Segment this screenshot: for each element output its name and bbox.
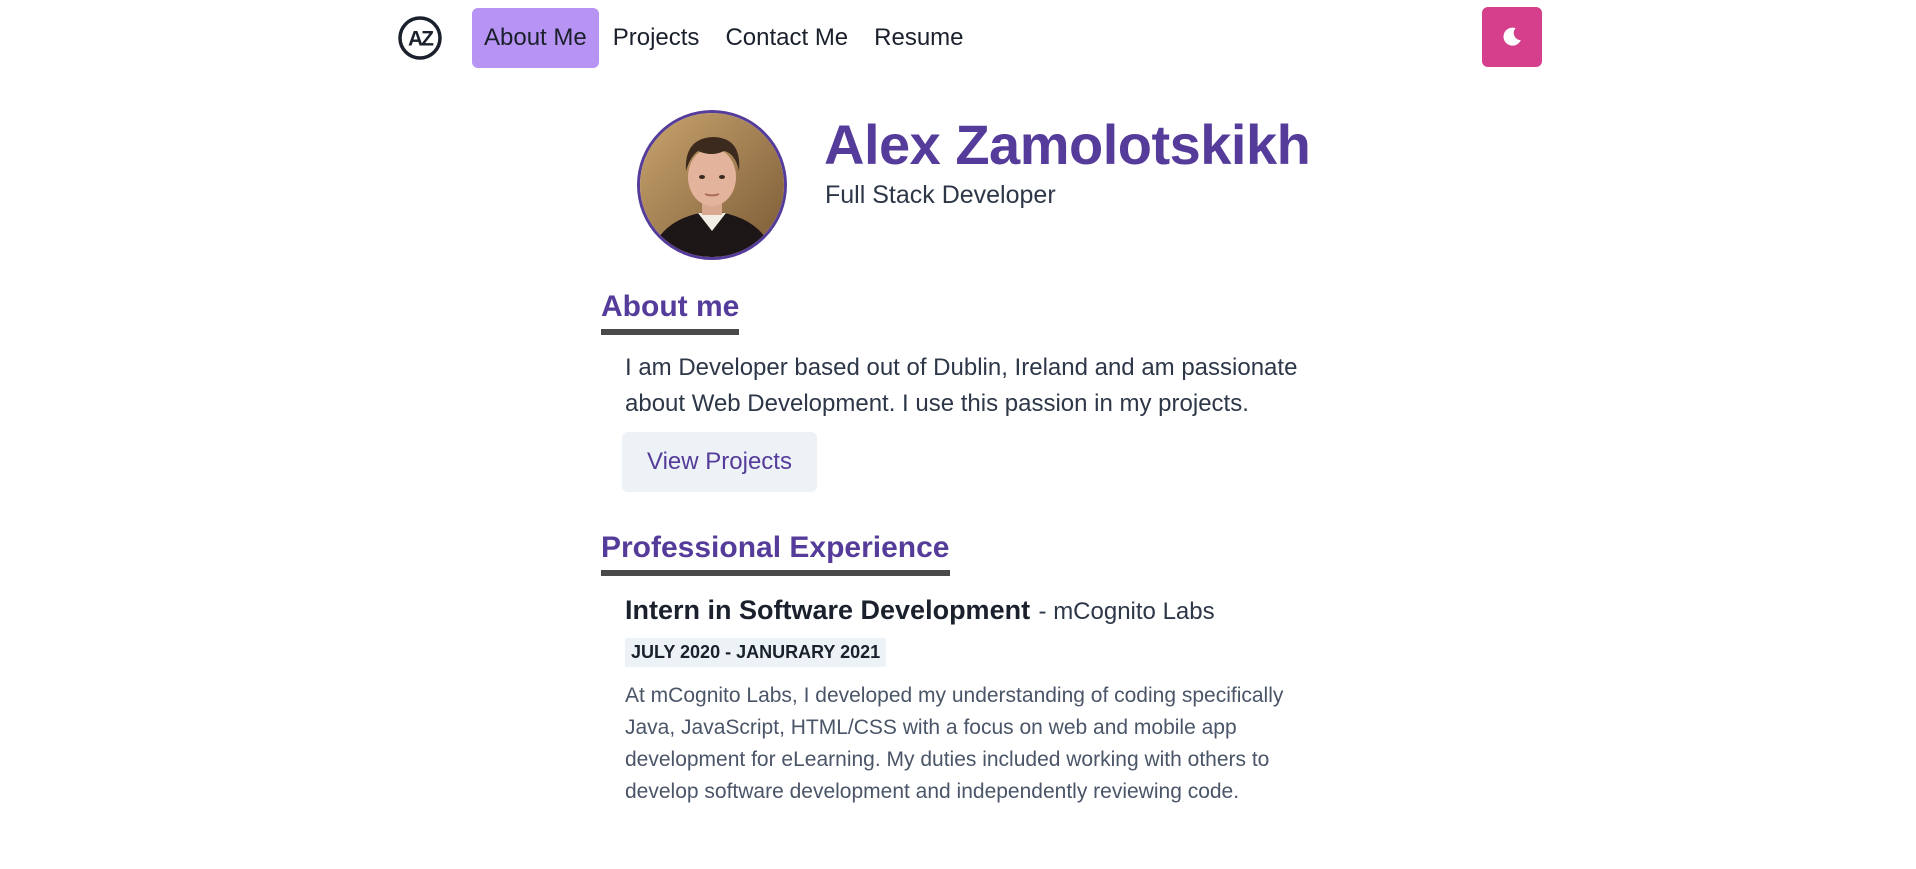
moon-icon xyxy=(1503,27,1521,46)
theme-toggle-button[interactable] xyxy=(1482,7,1542,67)
about-heading: About me xyxy=(601,290,740,335)
logo-icon: AZ xyxy=(398,15,442,60)
logo[interactable]: AZ xyxy=(396,14,444,62)
avatar xyxy=(637,110,787,260)
job-header: Intern in Software Development - mCognit… xyxy=(625,595,1215,626)
view-projects-button[interactable]: View Projects xyxy=(622,432,817,492)
nav-link-resume[interactable]: Resume xyxy=(862,8,975,68)
job-dates-badge: JULY 2020 - JANURARY 2021 xyxy=(625,638,887,667)
nav-link-about-me[interactable]: About Me xyxy=(472,7,599,68)
nav-link-contact-me[interactable]: Contact Me xyxy=(713,8,860,68)
navbar: AZ About Me Projects Contact Me Resume xyxy=(396,7,1542,68)
job-title: Intern in Software Development xyxy=(625,595,1031,625)
about-text: I am Developer based out of Dublin, Irel… xyxy=(625,354,1298,417)
experience-heading: Professional Experience xyxy=(601,531,950,576)
logo-text: AZ xyxy=(408,27,434,50)
page-title: Alex Zamolotskikh xyxy=(824,113,1311,176)
nav-link-projects[interactable]: Projects xyxy=(601,8,712,68)
job-description: At mCognito Labs, I developed my underst… xyxy=(625,684,1284,803)
job-role-subtitle: Full Stack Developer xyxy=(825,181,1056,209)
page: AZ About Me Projects Contact Me Resume A… xyxy=(0,0,1916,869)
profile-photo xyxy=(640,113,784,257)
job-company: - mCognito Labs xyxy=(1038,598,1215,625)
